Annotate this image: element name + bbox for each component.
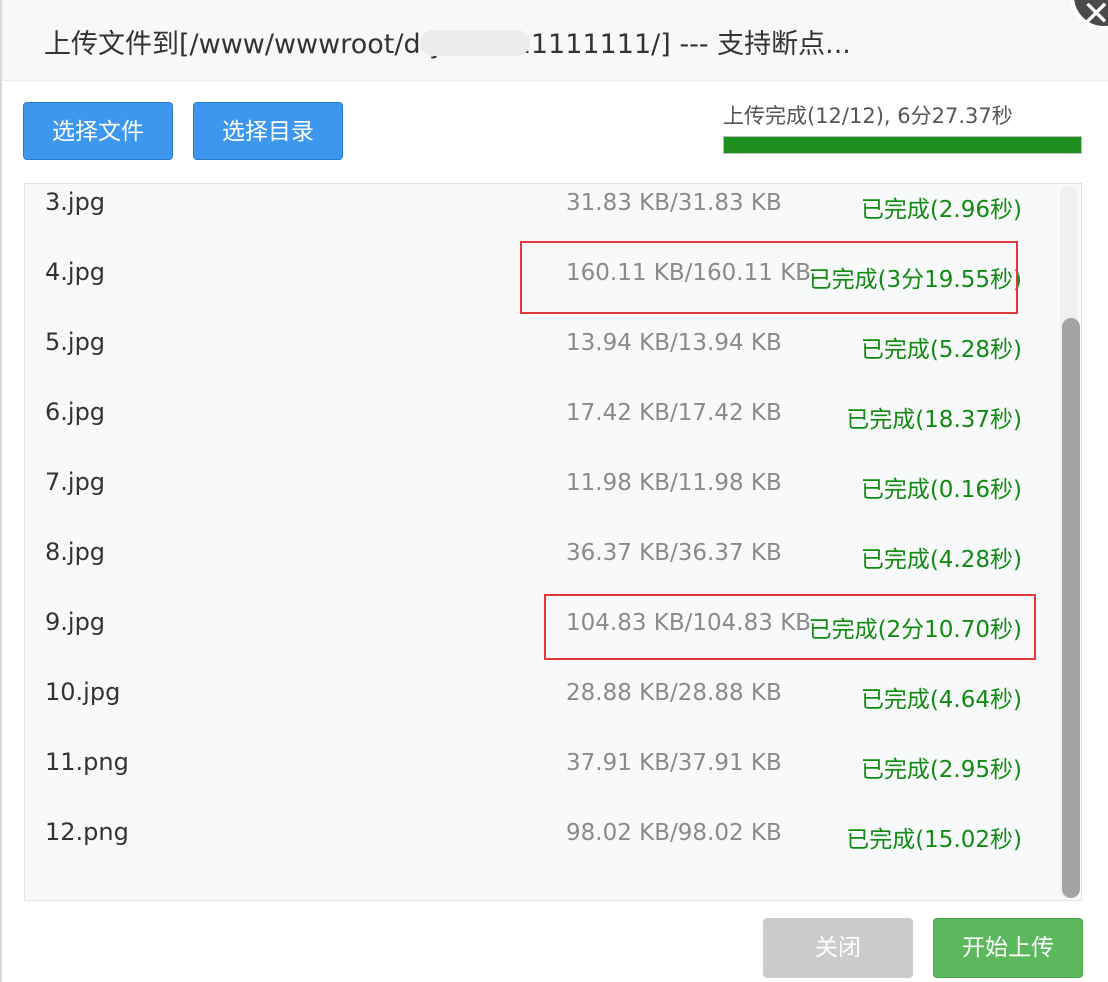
file-row: 5.jpg 13.94 KB/13.94 KB 已完成(5.28秒) — [25, 318, 1055, 388]
file-size: 11.98 KB/11.98 KB — [566, 470, 782, 496]
file-status: 已完成(4.64秒) — [860, 687, 1022, 713]
select-directory-button[interactable]: 选择目录 — [193, 102, 343, 160]
file-status: 已完成(4.28秒) — [860, 547, 1022, 573]
file-name: 3.jpg — [45, 188, 106, 216]
dialog-title-bar[interactable]: 上传文件到[/www/wwwroot/d y ab/111111111/] --… — [2, 0, 1108, 81]
file-status: 已完成(2.95秒) — [860, 757, 1022, 783]
file-row: 10.jpg 28.88 KB/28.88 KB 已完成(4.64秒) — [25, 668, 1055, 738]
file-status: 已完成(15.02秒) — [846, 827, 1022, 853]
file-row: 11.png 37.91 KB/37.91 KB 已完成(2.95秒) — [25, 738, 1055, 808]
file-name: 10.jpg — [45, 678, 121, 706]
dialog-left-border — [0, 0, 2, 982]
file-row: 12.png 98.02 KB/98.02 KB 已完成(15.02秒) — [25, 808, 1055, 878]
redaction-blur — [420, 30, 530, 56]
file-size: 98.02 KB/98.02 KB — [566, 820, 782, 846]
highlight-box — [544, 594, 1036, 660]
start-upload-button[interactable]: 开始上传 — [933, 918, 1083, 978]
file-name: 7.jpg — [45, 468, 106, 496]
file-size: 13.94 KB/13.94 KB — [566, 330, 782, 356]
file-name: 12.png — [45, 818, 129, 846]
file-name: 6.jpg — [45, 398, 106, 426]
file-row: 8.jpg 36.37 KB/36.37 KB 已完成(4.28秒) — [25, 528, 1055, 598]
upload-progress-bar — [723, 136, 1082, 154]
highlight-box — [520, 241, 1018, 314]
file-size: 36.37 KB/36.37 KB — [566, 540, 782, 566]
upload-dialog: 上传文件到[/www/wwwroot/d y ab/111111111/] --… — [0, 0, 1108, 982]
file-size: 37.91 KB/37.91 KB — [566, 750, 782, 776]
close-button[interactable]: 关闭 — [763, 918, 913, 978]
file-name: 8.jpg — [45, 538, 106, 566]
select-file-button[interactable]: 选择文件 — [23, 102, 173, 160]
file-name: 9.jpg — [45, 608, 106, 636]
upload-progress-fill — [724, 137, 1081, 153]
file-status: 已完成(18.37秒) — [846, 407, 1022, 433]
scrollbar-thumb[interactable] — [1062, 318, 1080, 898]
file-row: 3.jpg 31.83 KB/31.83 KB 已完成(2.96秒) — [25, 184, 1055, 248]
file-row: 6.jpg 17.42 KB/17.42 KB 已完成(18.37秒) — [25, 388, 1055, 458]
file-status: 已完成(5.28秒) — [860, 337, 1022, 363]
file-size: 17.42 KB/17.42 KB — [566, 400, 782, 426]
file-size: 31.83 KB/31.83 KB — [566, 190, 782, 216]
file-status: 已完成(0.16秒) — [860, 477, 1022, 503]
file-status: 已完成(2.96秒) — [860, 197, 1022, 223]
file-name: 4.jpg — [45, 258, 106, 286]
upload-progress-label: 上传完成(12/12), 6分27.37秒 — [723, 104, 1013, 128]
file-name: 11.png — [45, 748, 129, 776]
file-size: 28.88 KB/28.88 KB — [566, 680, 782, 706]
file-name: 5.jpg — [45, 328, 106, 356]
file-row: 7.jpg 11.98 KB/11.98 KB 已完成(0.16秒) — [25, 458, 1055, 528]
